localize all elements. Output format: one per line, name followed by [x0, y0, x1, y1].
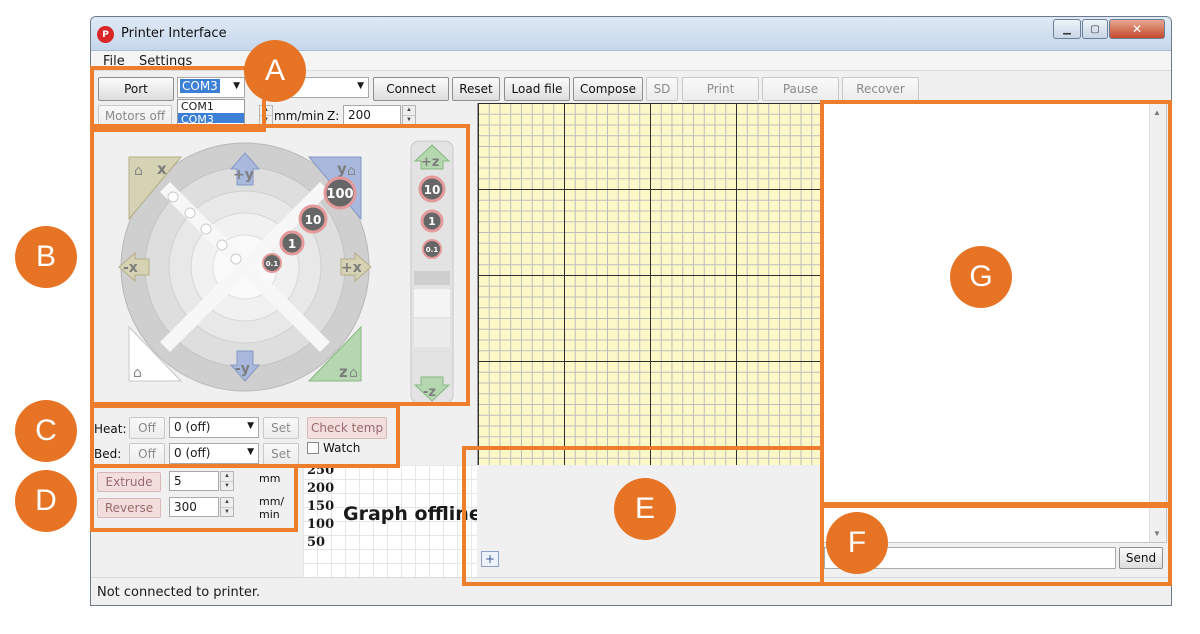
- chevron-down-icon: ▼: [357, 81, 364, 91]
- screenshot: P Printer Interface ▁ ▢ ✕ File Settings …: [0, 0, 1200, 634]
- z-feedrate-stepper[interactable]: ▲ ▼: [402, 105, 416, 125]
- callout-box-d: [90, 464, 298, 532]
- connect-button[interactable]: Connect: [373, 77, 449, 101]
- sd-button[interactable]: SD: [646, 77, 678, 101]
- recover-button[interactable]: Recover: [842, 77, 919, 101]
- callout-badge-b: B: [15, 226, 77, 288]
- window-title: Printer Interface: [121, 26, 227, 41]
- graph-tick-label: 50: [307, 535, 326, 550]
- callout-badge-e: E: [614, 478, 676, 540]
- callout-badge-g: G: [950, 246, 1012, 308]
- reset-button[interactable]: Reset: [452, 77, 500, 101]
- maximize-button[interactable]: ▢: [1082, 19, 1108, 39]
- print-button[interactable]: Print: [682, 77, 759, 101]
- minimize-button[interactable]: ▁: [1053, 19, 1081, 39]
- app-logo-icon: P: [97, 26, 114, 43]
- compose-button[interactable]: Compose: [573, 77, 643, 101]
- z-label: Z:: [327, 109, 340, 123]
- feedrate-unit-label: mm/min: [274, 109, 325, 123]
- callout-badge-d: D: [15, 470, 77, 532]
- callout-badge-a: A: [244, 40, 306, 102]
- temperature-graph: 250 200 150 100 50 Graph offline: [303, 463, 482, 585]
- title-bar: P Printer Interface ▁ ▢ ✕: [91, 17, 1171, 51]
- graph-tick-label: 100: [307, 517, 335, 532]
- graph-offline-text: Graph offline: [343, 503, 482, 525]
- close-button[interactable]: ✕: [1109, 19, 1165, 39]
- status-text: Not connected to printer.: [97, 585, 261, 600]
- z-feedrate-input[interactable]: 200: [343, 105, 401, 125]
- graph-tick-label: 200: [307, 481, 335, 496]
- pause-button[interactable]: Pause: [762, 77, 839, 101]
- graph-tick-label: 150: [307, 499, 335, 514]
- callout-box-a: [90, 66, 266, 132]
- callout-badge-c: C: [15, 400, 77, 462]
- load-file-button[interactable]: Load file: [504, 77, 570, 101]
- callout-box-c: [90, 404, 400, 468]
- callout-badge-f: F: [826, 512, 888, 574]
- build-plate-grid[interactable]: [477, 103, 822, 465]
- callout-box-b: [90, 124, 470, 406]
